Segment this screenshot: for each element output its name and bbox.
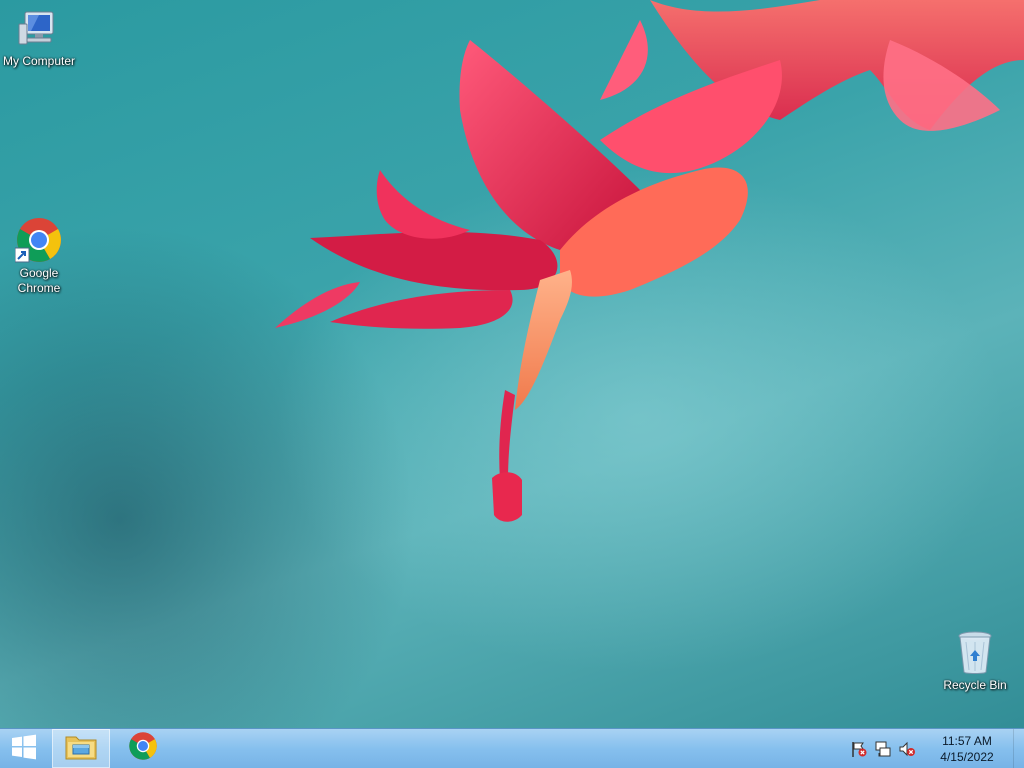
start-button[interactable] — [0, 729, 48, 768]
desktop-icon-google-chrome[interactable]: Google Chrome — [1, 216, 77, 296]
chrome-icon — [128, 731, 158, 766]
taskbar: 11:57 AM 4/15/2022 — [0, 728, 1024, 768]
desktop-icon-label-line2: Chrome — [17, 281, 61, 295]
volume-muted-icon[interactable] — [898, 740, 916, 758]
chrome-icon — [14, 216, 63, 264]
desktop-icon-label: Recycle Bin — [943, 678, 1007, 692]
wallpaper-image — [275, 0, 1024, 522]
desktop[interactable]: My Computer Google Chrome Recycle Bin 11… — [0, 0, 1024, 768]
desktop-icon-label-line1: Google — [19, 266, 59, 280]
taskbar-chrome-button[interactable] — [114, 729, 172, 768]
network-icon[interactable] — [874, 740, 892, 758]
taskbar-file-explorer-button[interactable] — [52, 729, 110, 768]
desktop-icon-my-computer[interactable]: My Computer — [1, 8, 77, 69]
file-explorer-icon — [64, 731, 98, 766]
clock-time: 11:57 AM — [942, 733, 992, 748]
desktop-icon-recycle-bin[interactable]: Recycle Bin — [937, 630, 1013, 693]
system-tray: 11:57 AM 4/15/2022 — [847, 729, 1024, 768]
clock-date: 4/15/2022 — [940, 749, 994, 764]
recycle-bin-icon — [953, 630, 997, 676]
desktop-icon-label: My Computer — [2, 54, 76, 68]
show-desktop-button[interactable] — [1013, 729, 1024, 768]
action-center-flag-icon[interactable] — [850, 740, 868, 758]
computer-icon — [17, 8, 61, 52]
taskbar-clock[interactable]: 11:57 AM 4/15/2022 — [923, 733, 1011, 765]
windows-logo-icon — [11, 734, 37, 765]
